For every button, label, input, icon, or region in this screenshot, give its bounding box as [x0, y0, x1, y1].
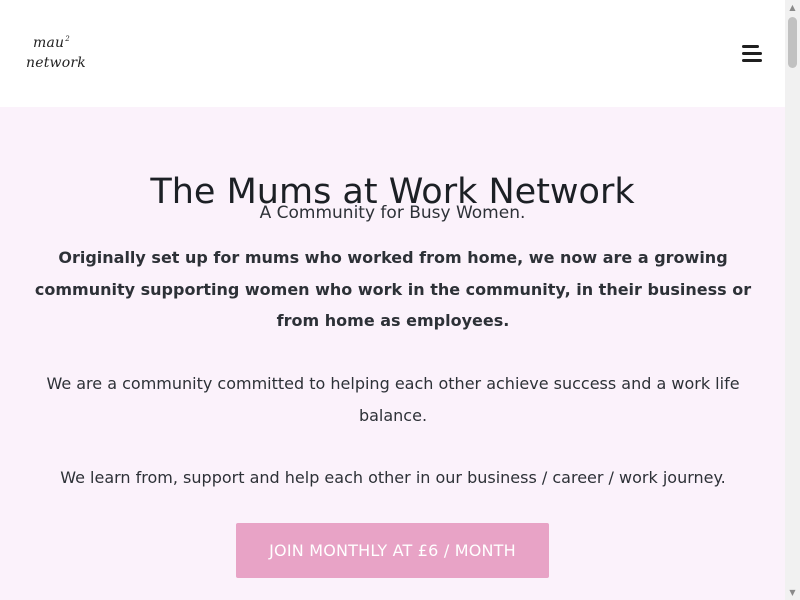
logo-superscript: 2: [65, 35, 70, 43]
menu-bar-top: [742, 45, 759, 48]
scroll-up-arrow-icon[interactable]: ▲: [785, 0, 800, 15]
journey-paragraph: We learn from, support and help each oth…: [60, 468, 726, 487]
hero-intro: Originally set up for mums who worked fr…: [34, 248, 752, 330]
hero-subtitle: A Community for Busy Women.: [259, 203, 526, 223]
community-paragraph: We are a community committed to helping …: [46, 374, 740, 425]
logo-mark: mau2: [33, 35, 70, 51]
site-logo[interactable]: mau2 network: [24, 34, 86, 74]
hero-section: The Mums at Work Network A Community for…: [0, 107, 785, 600]
logo-text-line2: network: [26, 55, 86, 71]
menu-bar-middle: [742, 52, 762, 55]
menu-bar-bottom: [742, 59, 762, 62]
scrollbar-thumb[interactable]: [788, 17, 797, 68]
join-monthly-button[interactable]: JOIN MONTHLY AT £6 / MONTH: [236, 523, 549, 578]
logo-text-line1: mau: [33, 35, 65, 51]
hamburger-menu-icon[interactable]: [740, 40, 766, 66]
site-header: mau2 network: [0, 0, 785, 107]
vertical-scrollbar[interactable]: ▲ ▼: [785, 0, 800, 600]
scroll-down-arrow-icon[interactable]: ▼: [785, 585, 800, 600]
page: mau2 network The Mums at Work Network A …: [0, 0, 785, 600]
